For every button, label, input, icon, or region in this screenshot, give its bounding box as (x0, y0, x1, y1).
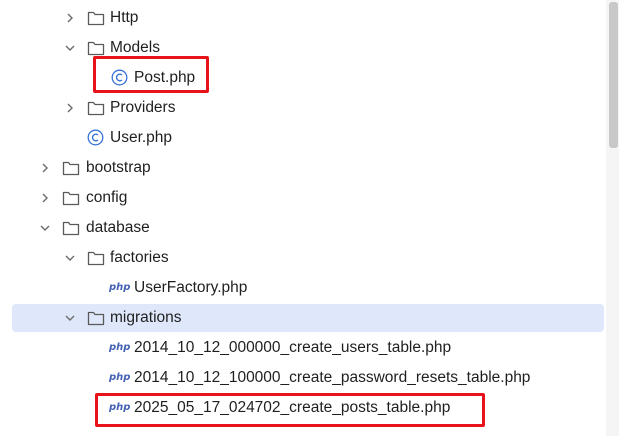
tree-item-label: Post.php (134, 69, 196, 86)
chevron-down-icon[interactable] (39, 222, 51, 234)
tree-item-database[interactable]: database (0, 213, 606, 243)
tree-item-label: migrations (110, 309, 182, 326)
tree-item-label: Http (110, 9, 139, 26)
tree-item-label: config (86, 189, 128, 206)
class-c-icon (87, 129, 104, 146)
tree-item-user-php[interactable]: User.php (0, 123, 606, 153)
tree-item-factories[interactable]: factories (0, 243, 606, 273)
tree-item-create-posts-table-php[interactable]: php 2025_05_17_024702_create_posts_table… (0, 393, 606, 423)
tree-item-post-php[interactable]: Post.php (0, 63, 606, 93)
tree-item-providers[interactable]: Providers (0, 93, 606, 123)
chevron-right-icon[interactable] (64, 102, 76, 114)
folder-icon (62, 160, 80, 176)
tree-item-userfactory-php[interactable]: php UserFactory.php (0, 273, 606, 303)
folder-icon (62, 220, 80, 236)
php-file-icon: php (109, 342, 131, 353)
project-file-tree: Http Models Post.php Providers User.php (0, 0, 606, 436)
tree-item-label: database (86, 219, 150, 236)
tree-item-label: 2014_10_12_000000_create_users_table.php (134, 339, 452, 356)
folder-icon (62, 190, 80, 206)
php-file-icon: php (109, 282, 131, 293)
folder-icon (87, 10, 105, 26)
tree-item-migrations[interactable]: migrations (0, 303, 606, 333)
chevron-right-icon[interactable] (39, 192, 51, 204)
tree-item-create-users-table-php[interactable]: php 2014_10_12_000000_create_users_table… (0, 333, 606, 363)
class-c-icon (111, 69, 128, 86)
tree-item-label: 2025_05_17_024702_create_posts_table.php (134, 399, 451, 416)
folder-icon (87, 100, 105, 116)
tree-item-models[interactable]: Models (0, 33, 606, 63)
php-file-icon: php (109, 402, 131, 413)
vertical-scrollbar[interactable] (606, 0, 619, 436)
tree-item-label: User.php (110, 129, 173, 146)
chevron-right-icon[interactable] (39, 162, 51, 174)
chevron-down-icon[interactable] (64, 252, 76, 264)
folder-icon (87, 250, 105, 266)
folder-icon (87, 310, 105, 326)
tree-item-http[interactable]: Http (0, 3, 606, 33)
chevron-right-icon[interactable] (64, 12, 76, 24)
folder-icon (87, 40, 105, 56)
php-file-icon: php (109, 372, 131, 383)
scrollbar-thumb[interactable] (609, 2, 618, 148)
tree-item-config[interactable]: config (0, 183, 606, 213)
tree-item-label: 2014_10_12_100000_create_password_resets… (134, 369, 531, 386)
tree-item-create-password-resets-table-php[interactable]: php 2014_10_12_100000_create_password_re… (0, 363, 606, 393)
chevron-down-icon[interactable] (64, 312, 76, 324)
tree-item-label: bootstrap (86, 159, 151, 176)
tree-item-bootstrap[interactable]: bootstrap (0, 153, 606, 183)
tree-item-label: UserFactory.php (134, 279, 248, 296)
tree-item-label: factories (110, 249, 169, 266)
chevron-down-icon[interactable] (64, 42, 76, 54)
tree-item-label: Models (110, 39, 160, 56)
tree-item-label: Providers (110, 99, 176, 116)
